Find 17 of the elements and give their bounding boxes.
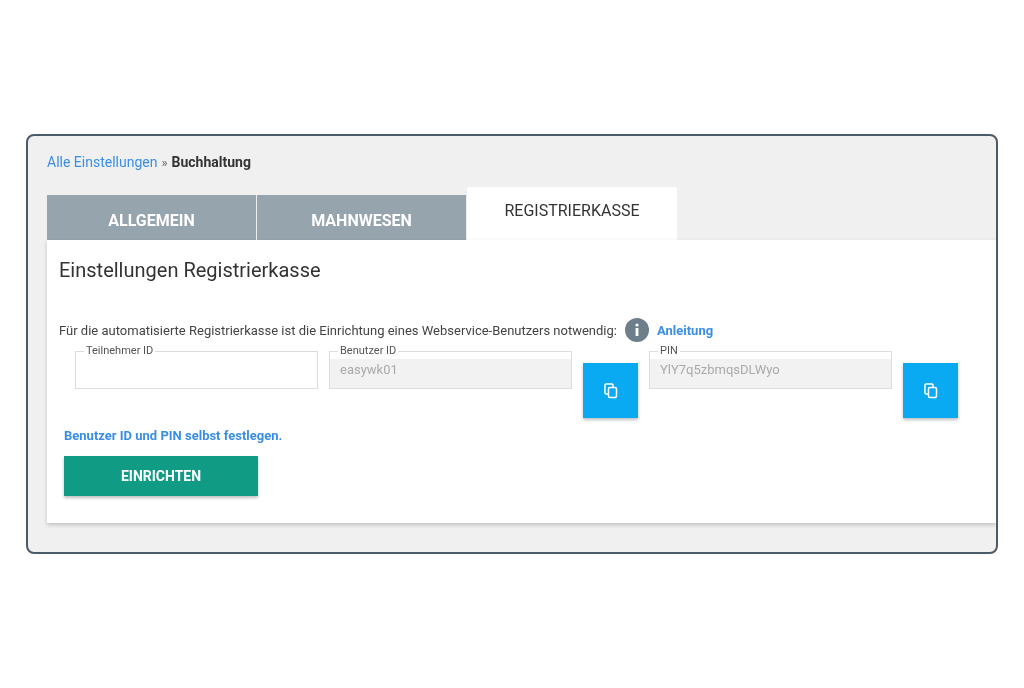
field-value: YlY7q5zbmqsDLWyo	[660, 361, 780, 377]
copy-icon	[603, 382, 618, 399]
custom-credentials-link[interactable]: Benutzer ID und PIN selbst festlegen.	[64, 428, 283, 443]
setup-button[interactable]: EINRICHTEN	[64, 456, 258, 496]
tab[interactable]: ALLGEMEIN	[47, 195, 257, 240]
intro-text: Für die automatisierte Registrierkasse ist die Einrichtung eines Webservice-Benutzers notwendig:	[59, 322, 617, 338]
field-value: easywk01	[340, 361, 398, 377]
breadcrumb-separator: »	[161, 155, 168, 170]
breadcrumb-link[interactable]: Alle Einstellungen	[47, 154, 158, 170]
tab[interactable]: MAHNWESEN	[257, 195, 467, 240]
breadcrumb-current: Buchhaltung	[171, 154, 251, 170]
help-link[interactable]: Anleitung	[657, 322, 714, 338]
info-icon[interactable]	[625, 318, 649, 342]
copy-icon	[923, 382, 938, 399]
tab[interactable]: REGISTRIERKASSE	[467, 187, 677, 240]
panel-title: Einstellungen Registrierkasse	[59, 258, 322, 282]
input-field[interactable]: Teilnehmer ID	[75, 344, 318, 389]
